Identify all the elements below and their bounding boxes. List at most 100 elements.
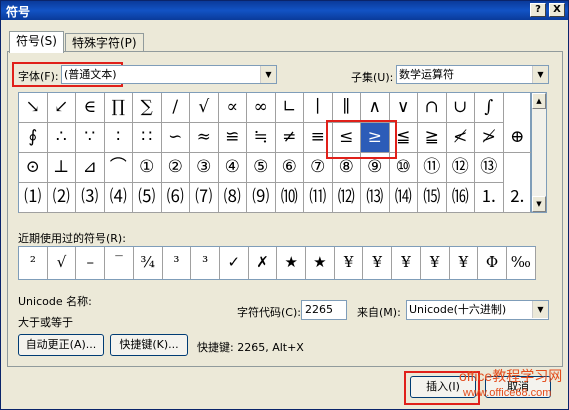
recent-symbol-cell[interactable]: ¥ — [335, 247, 364, 279]
symbol-cell[interactable]: ⑥ — [275, 153, 304, 183]
symbol-cell[interactable]: ≠ — [275, 123, 304, 153]
recent-symbol-cell[interactable]: ‾ — [105, 247, 134, 279]
tab-special-characters[interactable]: 特殊字符(P) — [65, 33, 144, 53]
from-value: Unicode(十六进制) — [409, 303, 507, 316]
recent-symbol-cell[interactable]: ‰ — [507, 247, 536, 279]
symbol-cell[interactable]: ⑷ — [104, 183, 133, 213]
symbol-cell[interactable]: ∨ — [389, 93, 418, 123]
symbol-cell[interactable]: ⒀ — [361, 183, 390, 213]
symbol-cell[interactable]: ∶ — [104, 123, 133, 153]
symbol-cell[interactable]: √ — [190, 93, 219, 123]
recent-label: 近期使用过的符号(R): — [18, 232, 126, 245]
recent-symbol-cell[interactable]: ★ — [277, 247, 307, 279]
chevron-down-icon[interactable]: ▼ — [532, 66, 548, 83]
symbol-cell[interactable]: ⑻ — [218, 183, 247, 213]
symbol-cell[interactable]: ⑼ — [247, 183, 276, 213]
symbol-cell[interactable]: ⒉ — [503, 183, 532, 213]
symbol-cell[interactable]: ⑺ — [190, 183, 219, 213]
recent-symbol-cell[interactable]: ¥ — [363, 247, 393, 279]
symbol-cell[interactable]: ∴ — [47, 123, 76, 153]
symbol-cell[interactable]: ⒈ — [475, 183, 504, 213]
chevron-down-icon[interactable]: ▼ — [260, 66, 276, 83]
recent-symbol-cell[interactable]: ✓ — [220, 247, 249, 279]
recent-symbol-cell[interactable]: √ — [48, 247, 77, 279]
symbol-cell[interactable]: ∷ — [133, 123, 162, 153]
symbol-cell[interactable]: ∧ — [361, 93, 390, 123]
symbol-cell[interactable]: ⑪ — [418, 153, 447, 183]
unicode-name-label: Unicode 名称: — [18, 295, 92, 308]
symbol-cell[interactable]: ⑽ — [275, 183, 304, 213]
symbol-cell[interactable]: ③ — [190, 153, 219, 183]
symbol-cell[interactable]: ⊿ — [76, 153, 105, 183]
symbol-cell[interactable]: ∈ — [76, 93, 105, 123]
symbol-cell[interactable]: ④ — [218, 153, 247, 183]
symbol-cell[interactable]: ≧ — [418, 123, 447, 153]
symbol-cell[interactable]: ⑾ — [304, 183, 333, 213]
recent-symbol-cell[interactable]: ¥ — [392, 247, 421, 279]
symbol-cell[interactable]: ∏ — [104, 93, 133, 123]
symbol-cell[interactable]: ≒ — [247, 123, 276, 153]
symbol-cell[interactable]: ≮ — [446, 123, 475, 153]
symbol-cell[interactable]: ① — [133, 153, 162, 183]
symbol-cell[interactable]: ∑ — [133, 93, 162, 123]
help-button[interactable]: ? — [530, 3, 546, 17]
font-select[interactable]: (普通文本) ▼ — [61, 65, 277, 84]
symbol-cell[interactable]: ≯ — [475, 123, 504, 153]
symbol-cell[interactable]: ∽ — [161, 123, 190, 153]
recent-symbol-cell[interactable]: ✗ — [249, 247, 278, 279]
chevron-down-icon[interactable]: ▼ — [532, 301, 548, 318]
symbol-cell[interactable]: ⑿ — [332, 183, 361, 213]
scroll-up-icon[interactable]: ▲ — [532, 93, 546, 109]
symbol-cell[interactable]: ∣ — [304, 93, 333, 123]
recent-symbol-cell[interactable]: Φ — [478, 247, 507, 279]
recent-symbol-cell[interactable]: ¥ — [421, 247, 450, 279]
symbol-cell[interactable]: ∵ — [76, 123, 105, 153]
symbol-cell[interactable]: ⊙ — [19, 153, 48, 183]
symbol-cell[interactable]: ⑬ — [475, 153, 504, 183]
close-button[interactable]: X — [549, 3, 565, 17]
symbol-cell[interactable]: ⑸ — [133, 183, 162, 213]
symbol-cell[interactable]: ② — [161, 153, 190, 183]
symbol-cell[interactable]: ⑫ — [446, 153, 475, 183]
symbol-cell[interactable]: ⒁ — [389, 183, 418, 213]
symbol-cell[interactable]: ∮ — [19, 123, 48, 153]
recent-symbol-cell[interactable]: ³ — [191, 247, 220, 279]
char-code-input[interactable]: 2265 — [301, 300, 347, 320]
symbol-cell[interactable]: ⊥ — [47, 153, 76, 183]
recent-symbol-cell[interactable]: – — [76, 247, 106, 279]
symbol-cell[interactable]: ∝ — [218, 93, 247, 123]
symbol-cell[interactable]: ∩ — [418, 93, 447, 123]
symbol-cell[interactable]: ⊕ — [503, 123, 532, 153]
symbol-cell[interactable]: ≈ — [190, 123, 219, 153]
symbol-cell[interactable]: ⑤ — [247, 153, 276, 183]
subset-select[interactable]: 数学运算符 ▼ — [396, 65, 549, 84]
scroll-down-icon[interactable]: ▼ — [532, 196, 546, 212]
symbol-cell[interactable]: ⌒ — [104, 153, 133, 183]
recent-symbol-cell[interactable]: ² — [19, 247, 48, 279]
autocorrect-button[interactable]: 自动更正(A)... — [18, 334, 104, 356]
shortcut-key-button[interactable]: 快捷键(K)... — [110, 334, 188, 356]
symbol-cell[interactable]: ⑴ — [19, 183, 48, 213]
symbol-cell[interactable]: ∕ — [161, 93, 190, 123]
symbol-cell[interactable]: ↙ — [47, 93, 76, 123]
symbol-cell[interactable]: ∥ — [332, 93, 361, 123]
symbol-cell[interactable]: ∪ — [446, 93, 475, 123]
symbol-cell[interactable]: ↘ — [19, 93, 48, 123]
recent-symbol-cell[interactable]: ¾ — [134, 247, 163, 279]
from-select[interactable]: Unicode(十六进制) ▼ — [406, 300, 549, 320]
symbol-cell[interactable]: ∟ — [275, 93, 304, 123]
title-bar[interactable]: 符号 ? X — [1, 1, 568, 20]
symbol-cell[interactable]: ⑶ — [76, 183, 105, 213]
symbol-cell[interactable]: ∫ — [475, 93, 504, 123]
symbol-cell[interactable]: ⒂ — [418, 183, 447, 213]
symbol-cell[interactable]: ⒃ — [446, 183, 475, 213]
symbol-cell[interactable]: ⑵ — [47, 183, 76, 213]
recent-symbol-cell[interactable]: ³ — [163, 247, 192, 279]
recent-symbol-cell[interactable]: ★ — [306, 247, 335, 279]
tab-symbols[interactable]: 符号(S) — [9, 31, 64, 53]
symbol-cell[interactable]: ∞ — [247, 93, 276, 123]
recent-symbol-cell[interactable]: ¥ — [450, 247, 479, 279]
symbol-cell[interactable]: ⑹ — [161, 183, 190, 213]
grid-scrollbar[interactable]: ▲ ▼ — [531, 92, 547, 213]
symbol-cell[interactable]: ≌ — [218, 123, 247, 153]
